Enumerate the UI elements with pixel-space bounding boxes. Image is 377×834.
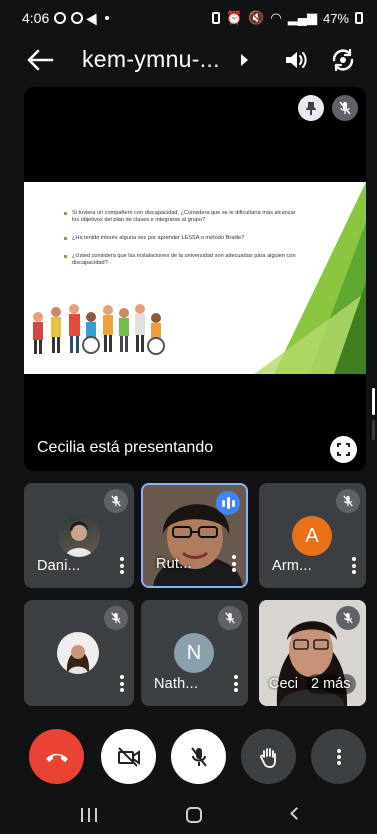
participant-avatar: N [174,633,214,673]
battery-icon [355,12,363,24]
slide-bullet: Si tuviera un compañero con discapacidad… [64,210,304,224]
mic-off-icon [339,101,351,115]
telegram-icon [86,10,102,26]
raise-hand-button[interactable] [241,729,296,784]
participant-options-icon[interactable] [119,675,124,692]
participant-options-icon[interactable] [119,557,124,574]
avatar-photo [66,521,92,557]
participant-tile[interactable]: Dani... [24,483,134,588]
participant-avatar [58,515,100,557]
back-arrow-icon[interactable] [26,48,54,72]
participant-avatar: A [292,516,332,556]
participant-options-icon[interactable] [233,675,238,692]
camera-toggle-button[interactable] [101,729,156,784]
participant-name: Arm... [272,558,312,574]
mic-off-icon [111,495,121,507]
participant-name: Nath... [154,676,199,692]
participant-avatar [57,632,99,674]
participant-options-icon[interactable] [231,555,236,572]
speaking-indicator [216,491,240,515]
presentation-muted-indicator [332,95,358,121]
slide-bullet: ¿Usted considera que las instalaciones d… [64,253,304,267]
mic-off-icon [190,746,207,767]
participant-tile[interactable]: A Arm... [259,483,366,588]
whatsapp-icon [71,12,84,24]
participant-name: Dani... [37,558,81,574]
speaker-icon[interactable] [284,49,308,71]
status-time: 4:06 [22,10,50,26]
camera-off-icon [117,746,140,767]
participant-tile-active-speaker[interactable]: Rut... [141,483,248,588]
meeting-details-arrow-icon[interactable] [241,54,248,66]
participant-options-icon[interactable] [351,557,356,574]
slide-text: Si tuviera un compañero con discapacidad… [64,210,304,278]
overflow-participants-tile[interactable]: Ceci 2 más [259,600,366,706]
wifi-icon: ◠ [270,10,282,25]
muted-indicator [336,606,360,630]
shared-slide: Si tuviera un compañero con discapacidad… [24,182,366,374]
pin-button[interactable] [298,95,324,121]
people-illustration [33,304,165,355]
avatar-photo [66,645,90,674]
fullscreen-button[interactable] [330,436,357,463]
participant-tile[interactable]: N Nath... [141,600,248,706]
meeting-title[interactable]: kem-ymnu-... [82,46,220,73]
more-vert-icon [336,748,341,765]
home-icon[interactable] [186,807,202,823]
mute-status-icon: 🔇 [248,10,265,25]
raise-hand-icon [259,747,276,768]
more-options-button[interactable] [311,729,366,784]
slide-bullet: ¿Ha tenido interés alguna vez por aprend… [64,235,304,242]
muted-indicator [104,489,128,513]
status-bar: 4:06 ⏰ 🔇 ◠ ▂▄▆ 47% [0,0,377,36]
more-participants-label: 2 más [306,674,356,694]
notification-dot-icon [105,16,110,20]
muted-indicator [218,606,242,630]
mic-off-icon [111,612,121,624]
phone-hangup-icon [45,753,68,762]
pin-icon [306,102,316,115]
meeting-header: kem-ymnu-... [0,38,377,82]
system-navigation-bar [0,800,377,834]
muted-indicator [104,606,128,630]
end-call-button[interactable] [29,729,84,784]
whatsapp-icon [54,12,67,24]
fullscreen-icon [337,443,350,456]
alarm-icon: ⏰ [226,10,243,25]
microphone-toggle-button[interactable] [171,729,226,784]
muted-indicator [336,489,360,513]
system-back-icon[interactable] [290,807,303,820]
scrollbar-track [372,420,375,440]
signal-icon: ▂▄▆ [287,10,317,25]
mic-off-icon [225,612,235,624]
participant-name: Rut... [156,556,192,572]
presentation-view[interactable]: Si tuviera un compañero con discapacidad… [24,87,366,471]
switch-camera-icon[interactable] [330,47,356,73]
participant-tile[interactable] [24,600,134,706]
presenter-label: Cecilia está presentando [37,439,214,456]
mic-off-icon [343,495,353,507]
participant-name: Ceci [269,676,299,692]
mic-off-icon [343,612,353,624]
battery-saver-icon [212,12,221,24]
battery-percent: 47% [322,10,349,26]
scrollbar-thumb[interactable] [372,388,375,415]
recent-apps-icon[interactable] [81,808,97,822]
